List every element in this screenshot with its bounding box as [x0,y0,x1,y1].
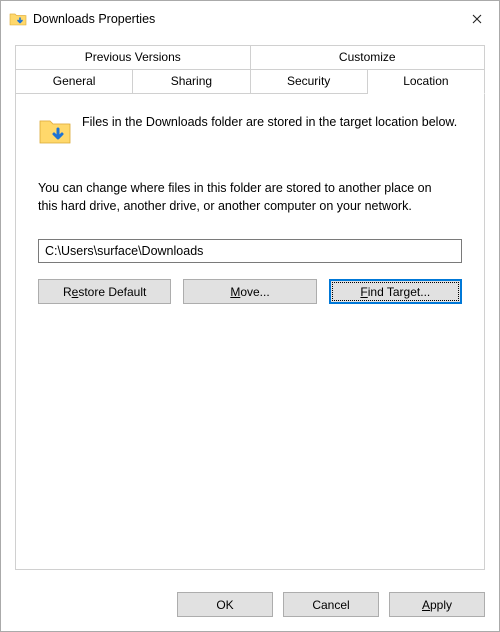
description-1: Files in the Downloads folder are stored… [82,114,457,131]
apply-button[interactable]: Apply [389,592,485,617]
location-path-input[interactable] [38,239,462,263]
folder-download-icon [38,114,72,148]
restore-default-button[interactable]: Restore Default [38,279,171,304]
cancel-button[interactable]: Cancel [283,592,379,617]
dialog-button-row: OK Cancel Apply [1,582,499,631]
tab-security[interactable]: Security [251,69,368,94]
find-target-button[interactable]: Find Target... [329,279,462,304]
tab-general[interactable]: General [15,69,133,94]
description-2: You can change where files in this folde… [38,180,448,215]
tab-previous-versions[interactable]: Previous Versions [15,45,251,69]
tab-location[interactable]: Location [368,69,485,94]
folder-download-icon [9,10,27,28]
titlebar: Downloads Properties [1,1,499,37]
ok-button[interactable]: OK [177,592,273,617]
tab-strip: Previous Versions Customize General Shar… [15,45,485,94]
properties-dialog: Downloads Properties Previous Versions C… [0,0,500,632]
location-panel: Files in the Downloads folder are stored… [15,94,485,570]
tab-customize[interactable]: Customize [251,45,486,69]
window-title: Downloads Properties [27,12,454,26]
move-button[interactable]: Move... [183,279,316,304]
close-button[interactable] [454,1,499,37]
tab-sharing[interactable]: Sharing [133,69,250,94]
